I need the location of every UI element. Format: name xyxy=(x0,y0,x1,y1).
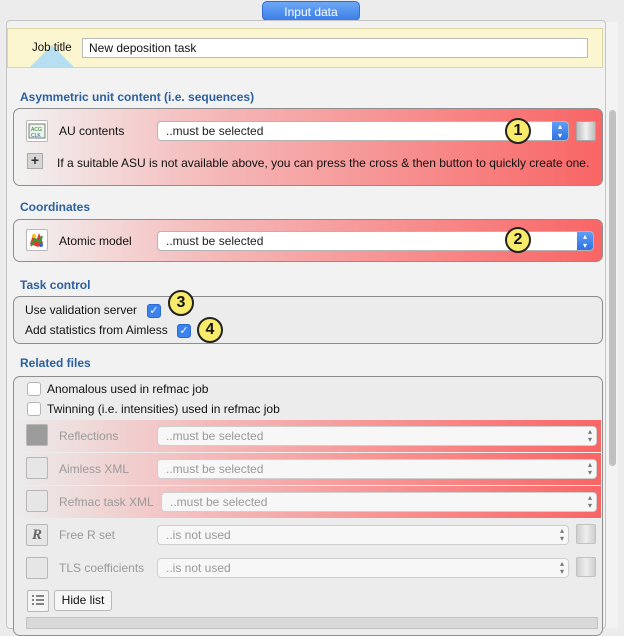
related-files-section-title: Related files xyxy=(20,356,91,370)
aimless-xml-icon xyxy=(26,457,48,479)
au-contents-select-value: ..must be selected xyxy=(166,124,264,138)
refmac-xml-label: Refmac task XML xyxy=(59,495,154,509)
au-contents-label: AU contents xyxy=(59,124,125,138)
free-r-chevron-icon: ▴ ▾ xyxy=(559,526,564,543)
marker-1: 1 xyxy=(505,118,531,144)
task-control-section-title: Task control xyxy=(20,278,91,292)
marker-2: 2 xyxy=(505,227,531,253)
free-r-select[interactable]: ..is not used ▴ ▾ xyxy=(157,525,569,545)
coordinates-section-title: Coordinates xyxy=(20,200,91,214)
aimless-xml-select-value: ..must be selected xyxy=(166,462,264,476)
aimless-xml-chevron-icon: ▴ ▾ xyxy=(587,460,592,477)
twinning-checkbox[interactable] xyxy=(27,402,41,416)
refmac-xml-icon xyxy=(26,490,48,512)
scrollbar-thumb[interactable] xyxy=(609,110,616,466)
job-title-input[interactable] xyxy=(82,38,588,58)
free-r-database-icon[interactable] xyxy=(576,524,596,544)
anomalous-label: Anomalous used in refmac job xyxy=(47,382,209,396)
validation-server-label: Use validation server xyxy=(25,303,138,317)
aimless-xml-select[interactable]: ..must be selected ▴ ▾ xyxy=(157,459,597,479)
atomic-model-chevron-icon: ▴ ▾ xyxy=(577,232,593,250)
free-r-label: Free R set xyxy=(59,528,116,542)
asu-hint-text: If a suitable ASU is not available above… xyxy=(57,156,590,170)
free-r-select-value: ..is not used xyxy=(166,528,231,542)
add-asu-cross-icon[interactable]: + xyxy=(27,153,43,169)
reflections-chevron-icon: ▴ ▾ xyxy=(587,427,592,444)
tls-select[interactable]: ..is not used ▴ ▾ xyxy=(157,558,569,578)
reflections-icon xyxy=(26,424,48,446)
aimless-stats-label: Add statistics from Aimless xyxy=(25,323,168,337)
input-data-tab[interactable]: Input data xyxy=(262,1,360,21)
aimless-stats-checkbox[interactable]: ✓ xyxy=(177,324,191,338)
validation-server-checkbox[interactable]: ✓ xyxy=(147,304,161,318)
tls-database-icon[interactable] xyxy=(576,557,596,577)
refmac-xml-select[interactable]: ..must be selected ▴ ▾ xyxy=(161,492,597,512)
marker-3: 3 xyxy=(168,290,194,316)
refmac-xml-chevron-icon: ▴ ▾ xyxy=(587,493,592,510)
tls-chevron-icon: ▴ ▾ xyxy=(559,559,564,576)
tls-icon xyxy=(26,557,48,579)
au-contents-icon: ACG CLK xyxy=(26,120,48,142)
reflections-select-value: ..must be selected xyxy=(166,429,264,443)
reflections-label: Reflections xyxy=(59,429,119,443)
tls-select-value: ..is not used xyxy=(166,561,231,575)
refmac-xml-select-value: ..must be selected xyxy=(170,495,268,509)
free-r-icon: R xyxy=(26,524,48,546)
list-icon[interactable] xyxy=(27,590,49,612)
asu-section-title: Asymmetric unit content (i.e. sequences) xyxy=(20,90,255,104)
tls-label: TLS coefficients xyxy=(59,561,145,575)
file-list-area xyxy=(26,617,598,629)
svg-text:CLK: CLK xyxy=(31,133,41,139)
twinning-label: Twinning (i.e. intensities) used in refm… xyxy=(47,402,280,416)
au-contents-chevron-icon: ▴ ▾ xyxy=(552,122,568,140)
job-title-label: Job title xyxy=(32,42,72,54)
au-contents-database-icon[interactable] xyxy=(576,121,596,141)
atomic-model-select-value: ..must be selected xyxy=(166,234,264,248)
aimless-xml-label: Aimless XML xyxy=(59,462,130,476)
atomic-model-label: Atomic model xyxy=(59,234,132,248)
marker-4: 4 xyxy=(197,317,223,343)
anomalous-checkbox[interactable] xyxy=(27,382,41,396)
hide-list-button[interactable]: Hide list xyxy=(54,590,112,611)
reflections-select[interactable]: ..must be selected ▴ ▾ xyxy=(157,426,597,446)
atomic-model-icon xyxy=(26,229,48,251)
